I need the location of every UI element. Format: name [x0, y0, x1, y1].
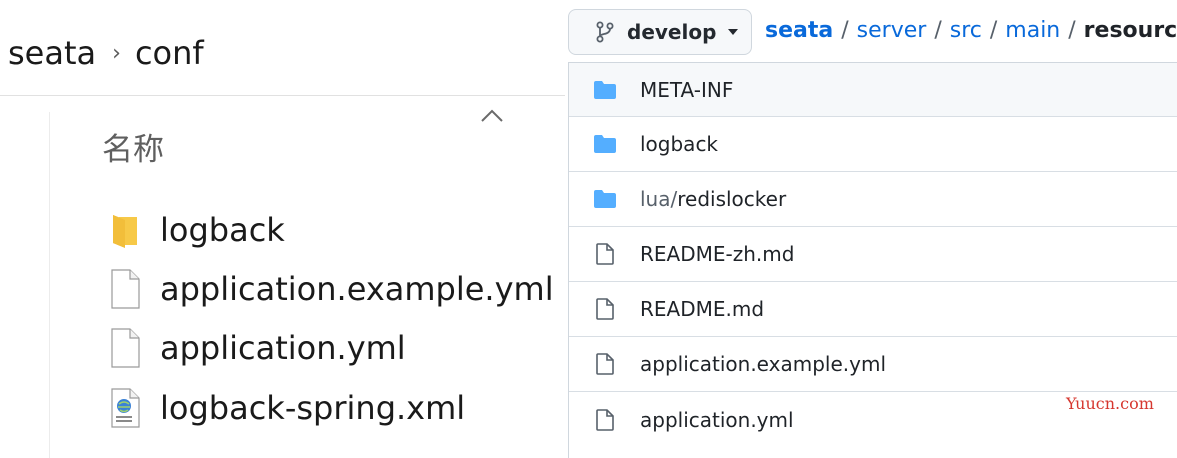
path-link-main[interactable]: main — [1005, 18, 1060, 43]
file-name: logback — [160, 211, 285, 249]
name-column-header[interactable]: 名称 — [102, 124, 164, 169]
file-icon — [593, 353, 617, 375]
path-separator: / — [934, 18, 942, 43]
file-name[interactable]: application.yml — [640, 408, 794, 432]
directory-name[interactable]: logback — [640, 132, 718, 156]
blank-file-icon — [108, 268, 142, 310]
file-icon — [593, 408, 617, 431]
directory-name[interactable]: META-INF — [640, 78, 733, 102]
folder-icon — [593, 79, 617, 101]
explorer-file-row[interactable]: logback-spring.xml — [108, 382, 465, 434]
path-link-src[interactable]: src — [950, 18, 982, 43]
chevron-down-icon — [728, 29, 739, 35]
path-current-directory: resources — [1083, 18, 1177, 43]
branch-name: develop — [627, 20, 717, 44]
file-name: logback-spring.xml — [160, 389, 466, 427]
github-file-browser: develop seata / server / src / main / re… — [565, 0, 1177, 458]
list-item[interactable]: META-INF — [569, 63, 1177, 117]
file-explorer-panel: seata › conf 名称 logback application.exam… — [0, 0, 565, 458]
repo-path-breadcrumb: seata / server / src / main / resources … — [765, 18, 1177, 43]
file-name[interactable]: application.example.yml — [640, 352, 886, 376]
path-separator: / — [989, 18, 998, 43]
file-name[interactable]: README.md — [640, 297, 764, 321]
list-item[interactable]: lua/redislocker — [569, 172, 1177, 227]
list-item[interactable]: README-zh.md — [569, 227, 1177, 282]
file-name[interactable]: README-zh.md — [640, 242, 794, 266]
explorer-file-row[interactable]: logback — [108, 204, 285, 256]
directory-name-prefix: lua/ — [640, 187, 678, 211]
navigation-pane-divider[interactable] — [49, 112, 50, 458]
file-name: application.yml — [160, 329, 406, 367]
sort-ascending-icon[interactable] — [479, 106, 505, 126]
list-item[interactable]: logback — [569, 117, 1177, 172]
branch-selector-button[interactable]: develop — [568, 9, 752, 55]
path-link-server[interactable]: server — [857, 18, 927, 43]
file-icon — [593, 243, 617, 265]
directory-name[interactable]: lua/redislocker — [640, 187, 786, 211]
path-separator: / — [841, 18, 849, 43]
list-item[interactable]: application.example.yml — [569, 337, 1177, 392]
path-link-repo[interactable]: seata — [765, 18, 833, 43]
directory-name-leaf: redislocker — [677, 187, 787, 211]
explorer-file-row[interactable]: application.example.yml — [108, 263, 554, 315]
watermark-text: Yuucn.com — [1066, 394, 1154, 413]
blank-file-icon — [108, 327, 142, 369]
breadcrumb-separator-icon: › — [112, 40, 121, 66]
explorer-breadcrumb: seata › conf — [8, 30, 204, 76]
folder-icon — [593, 133, 617, 155]
file-icon — [593, 298, 617, 320]
header-divider — [0, 95, 565, 96]
git-branch-icon — [596, 21, 614, 43]
xml-file-icon — [108, 387, 142, 429]
folder-icon — [593, 188, 617, 210]
breadcrumb-item-seata[interactable]: seata — [8, 34, 96, 72]
list-item[interactable]: README.md — [569, 282, 1177, 337]
file-name: application.example.yml — [160, 270, 554, 308]
path-separator: / — [1068, 18, 1076, 43]
explorer-file-row[interactable]: application.yml — [108, 322, 406, 374]
folder-icon — [108, 209, 142, 251]
breadcrumb-item-conf[interactable]: conf — [135, 34, 204, 72]
